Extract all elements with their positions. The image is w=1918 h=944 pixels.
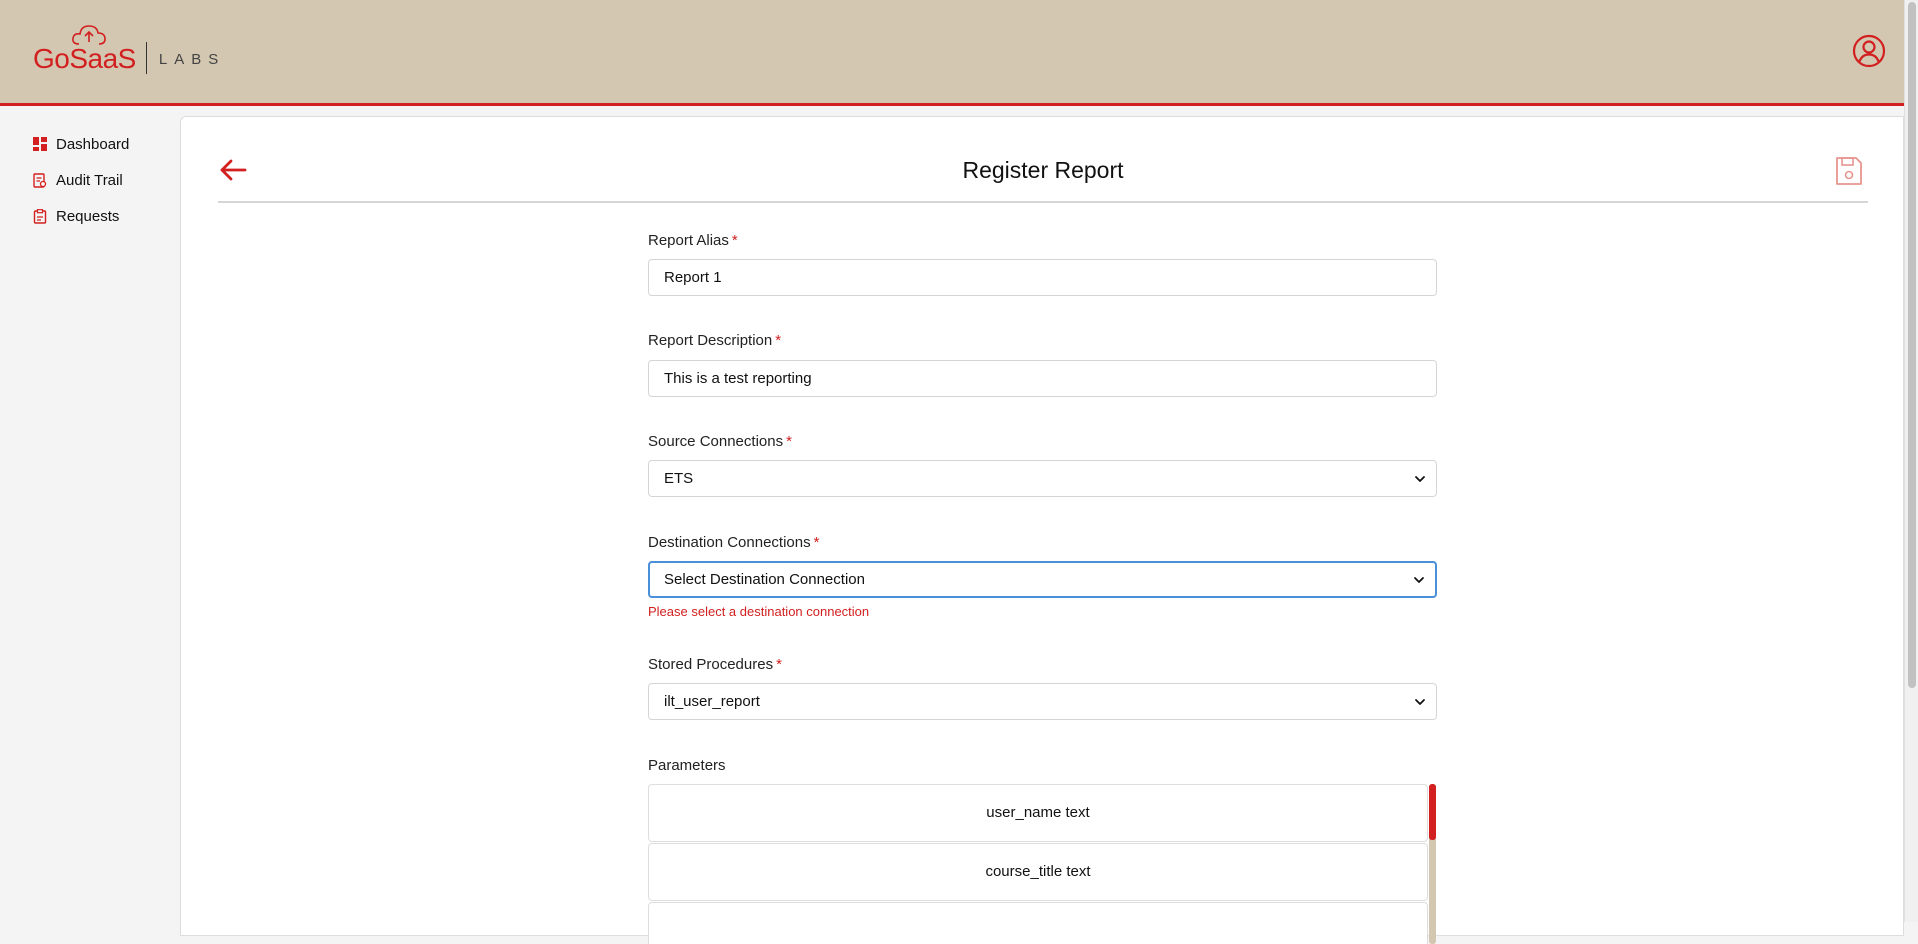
clipboard-icon [33,209,47,224]
destination-connections-label-text: Destination Connections [648,534,811,551]
sidebar: Dashboard Audit Trail Requests [0,109,180,922]
chevron-down-icon [1414,576,1424,583]
required-marker: * [731,232,738,249]
parameter-item-partial[interactable] [648,902,1428,944]
required-marker: * [776,656,782,673]
sidebar-item-requests[interactable]: Requests [33,205,119,227]
stored-procedures-label: Stored Procedures * [648,656,782,673]
source-connections-label: Source Connections * [648,433,792,450]
audit-trail-icon [33,173,47,188]
sidebar-item-audit-trail[interactable]: Audit Trail [33,169,123,191]
card-header: Register Report [218,117,1868,203]
required-marker: * [775,332,782,349]
destination-connections-value: Select Destination Connection [664,571,865,588]
sidebar-item-label: Dashboard [56,135,130,153]
chevron-down-icon [1415,475,1425,482]
main-card: Register Report Report Alias * Report 1 R… [180,116,1904,944]
logo-divider [145,42,147,74]
source-connections-label-text: Source Connections [648,433,784,450]
report-alias-input[interactable]: Report 1 [648,259,1437,296]
parameters-label: Parameters [648,757,726,774]
page-scrollbar[interactable] [1904,0,1918,922]
destination-connections-label: Destination Connections * [648,534,819,551]
brand-logo[interactable]: GoSaaS LABS [33,25,226,74]
brand-suffix: LABS [158,51,226,68]
dashboard-icon [33,137,47,151]
page-title: Register Report [962,157,1124,183]
destination-connections-select[interactable]: Select Destination Connection [648,561,1437,598]
report-description-input[interactable]: This is a test reporting [648,360,1437,397]
user-circle-icon[interactable] [1852,34,1886,68]
required-marker: * [786,433,792,450]
stored-procedures-select[interactable]: ilt_user_report [648,683,1437,720]
stored-procedures-label-text: Stored Procedures [648,656,774,673]
stored-procedures-value: ilt_user_report [664,693,760,710]
required-marker: * [813,534,820,551]
page-scrollbar-thumb[interactable] [1908,2,1916,688]
report-alias-label: Report Alias * [648,232,738,249]
sidebar-item-label: Audit Trail [56,171,123,189]
save-icon[interactable] [1835,156,1863,186]
chevron-down-icon [1415,698,1425,705]
report-description-label-text: Report Description [648,332,773,349]
sidebar-item-dashboard[interactable]: Dashboard [33,133,129,155]
source-connections-value: ETS [664,470,694,487]
parameter-item[interactable]: user_name text [648,784,1428,842]
parameter-item[interactable]: course_title text [648,843,1428,901]
parameters-scrollbar[interactable] [1429,784,1436,944]
top-bar: GoSaaS LABS [0,0,1904,106]
report-alias-label-text: Report Alias [648,232,729,249]
sidebar-item-label: Requests [56,207,120,225]
parameters-list[interactable]: user_name text course_title text [648,784,1437,944]
report-description-label: Report Description * [648,332,781,349]
source-connections-select[interactable]: ETS [648,460,1437,497]
destination-connections-error: Please select a destination connection [648,604,870,619]
cloud-upload-icon [72,25,106,45]
parameters-scrollbar-thumb[interactable] [1429,784,1436,840]
